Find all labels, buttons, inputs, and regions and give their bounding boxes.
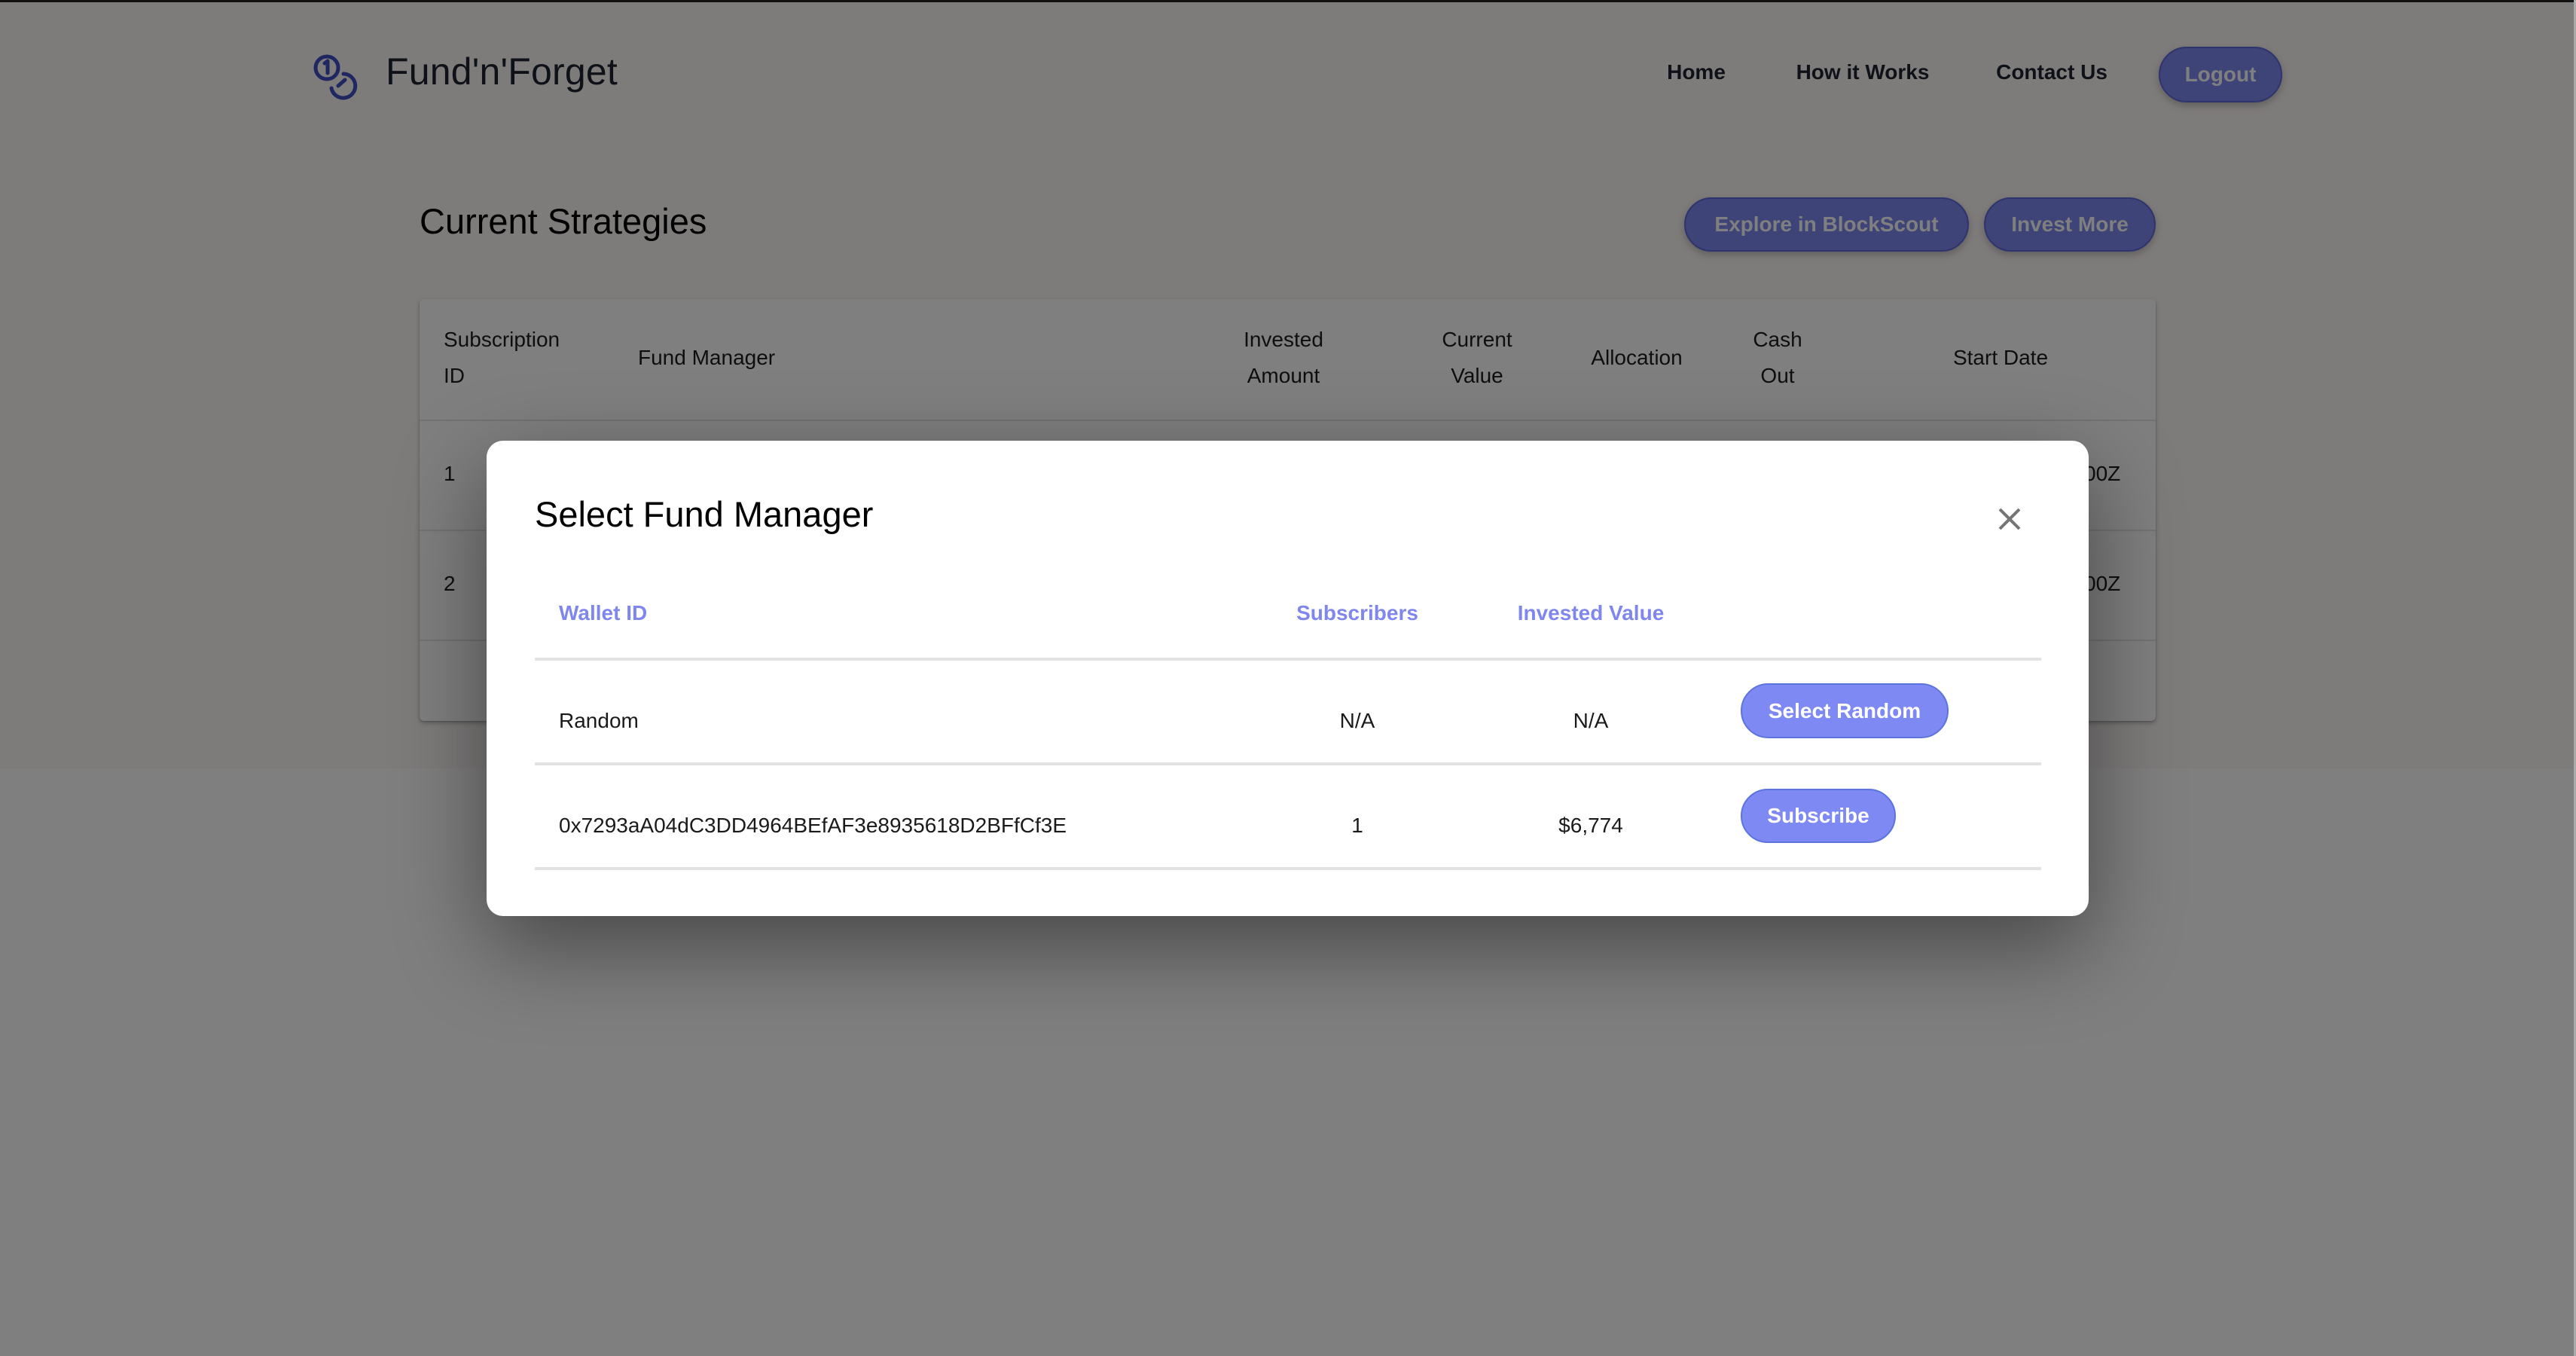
subscribers-cell: N/A bbox=[1339, 709, 1375, 732]
row-divider bbox=[535, 762, 2041, 765]
wallet-id-cell: Random bbox=[559, 709, 639, 732]
column-header-subscribers: Subscribers bbox=[1296, 601, 1418, 625]
row-divider bbox=[535, 658, 2041, 661]
select-fund-manager-dialog: Select Fund Manager Wallet ID Subscriber… bbox=[487, 441, 2089, 916]
dialog-title: Select Fund Manager bbox=[535, 494, 874, 534]
invested-value-cell: N/A bbox=[1573, 709, 1609, 732]
select-random-button[interactable]: Select Random bbox=[1741, 683, 1949, 738]
invested-value-cell: $6,774 bbox=[1558, 814, 1623, 837]
row-divider bbox=[535, 867, 2041, 870]
subscribers-cell: 1 bbox=[1351, 814, 1363, 837]
window-frame bbox=[0, 0, 2576, 2]
column-header-wallet-id: Wallet ID bbox=[559, 601, 648, 625]
close-icon[interactable] bbox=[1988, 498, 2031, 540]
subscribe-button[interactable]: Subscribe bbox=[1741, 789, 1896, 843]
column-header-invested-value: Invested Value bbox=[1517, 601, 1665, 625]
wallet-id-cell: 0x7293aA04dC3DD4964BEfAF3e8935618D2BFfCf… bbox=[559, 814, 1067, 837]
